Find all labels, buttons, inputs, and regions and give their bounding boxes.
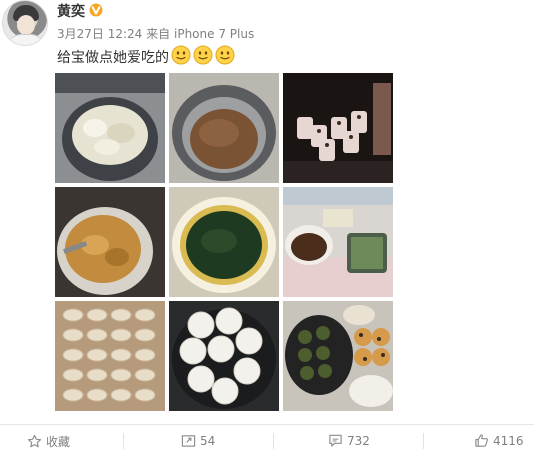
photo-golden-filling[interactable]: [55, 187, 165, 297]
star-icon: [27, 434, 42, 448]
smile-emoji: [171, 45, 191, 65]
post-via: 来自: [146, 27, 171, 41]
post-date[interactable]: 3月27日: [57, 27, 104, 41]
username[interactable]: 黄奕: [57, 1, 85, 21]
post-device[interactable]: iPhone 7 Plus: [174, 27, 254, 41]
post-meta: 3月27日 12:24 来自 iPhone 7 Plus: [57, 25, 254, 42]
thumbs-up-icon: [475, 434, 488, 447]
like-count: 4116: [493, 433, 524, 448]
repost-icon: [181, 435, 196, 447]
repost-button[interactable]: 54: [181, 433, 215, 448]
photo-dough-in-pot[interactable]: [55, 73, 165, 183]
photo-meat-filling[interactable]: [169, 73, 279, 183]
favorite-label: 收藏: [46, 435, 71, 449]
like-button[interactable]: 4116: [474, 433, 524, 448]
smile-emoji: [193, 45, 213, 65]
post-actions: 收藏 54 732 4116: [0, 424, 534, 452]
favorite-button[interactable]: 收藏: [27, 433, 70, 450]
photo-cupcakes-oven[interactable]: [283, 73, 393, 183]
smile-emoji: [215, 45, 235, 65]
repost-count: 54: [200, 433, 216, 448]
verified-v-icon: [89, 3, 103, 17]
comment-button[interactable]: 732: [328, 433, 370, 448]
photo-green-sauce[interactable]: [169, 187, 279, 297]
post-text: 给宝做点她爱吃的: [57, 45, 235, 69]
photo-dumplings-tray[interactable]: [55, 301, 165, 411]
photo-green-dumplings-cupcakes[interactable]: [283, 301, 393, 411]
photo-steamed-buns[interactable]: [169, 301, 279, 411]
comment-icon: [329, 434, 342, 447]
comment-count: 732: [347, 433, 370, 448]
post-time: 12:24: [107, 27, 143, 41]
post-text-body: 给宝做点她爱吃的: [57, 50, 169, 66]
photo-prep-table[interactable]: [283, 187, 393, 297]
avatar[interactable]: [2, 0, 48, 46]
